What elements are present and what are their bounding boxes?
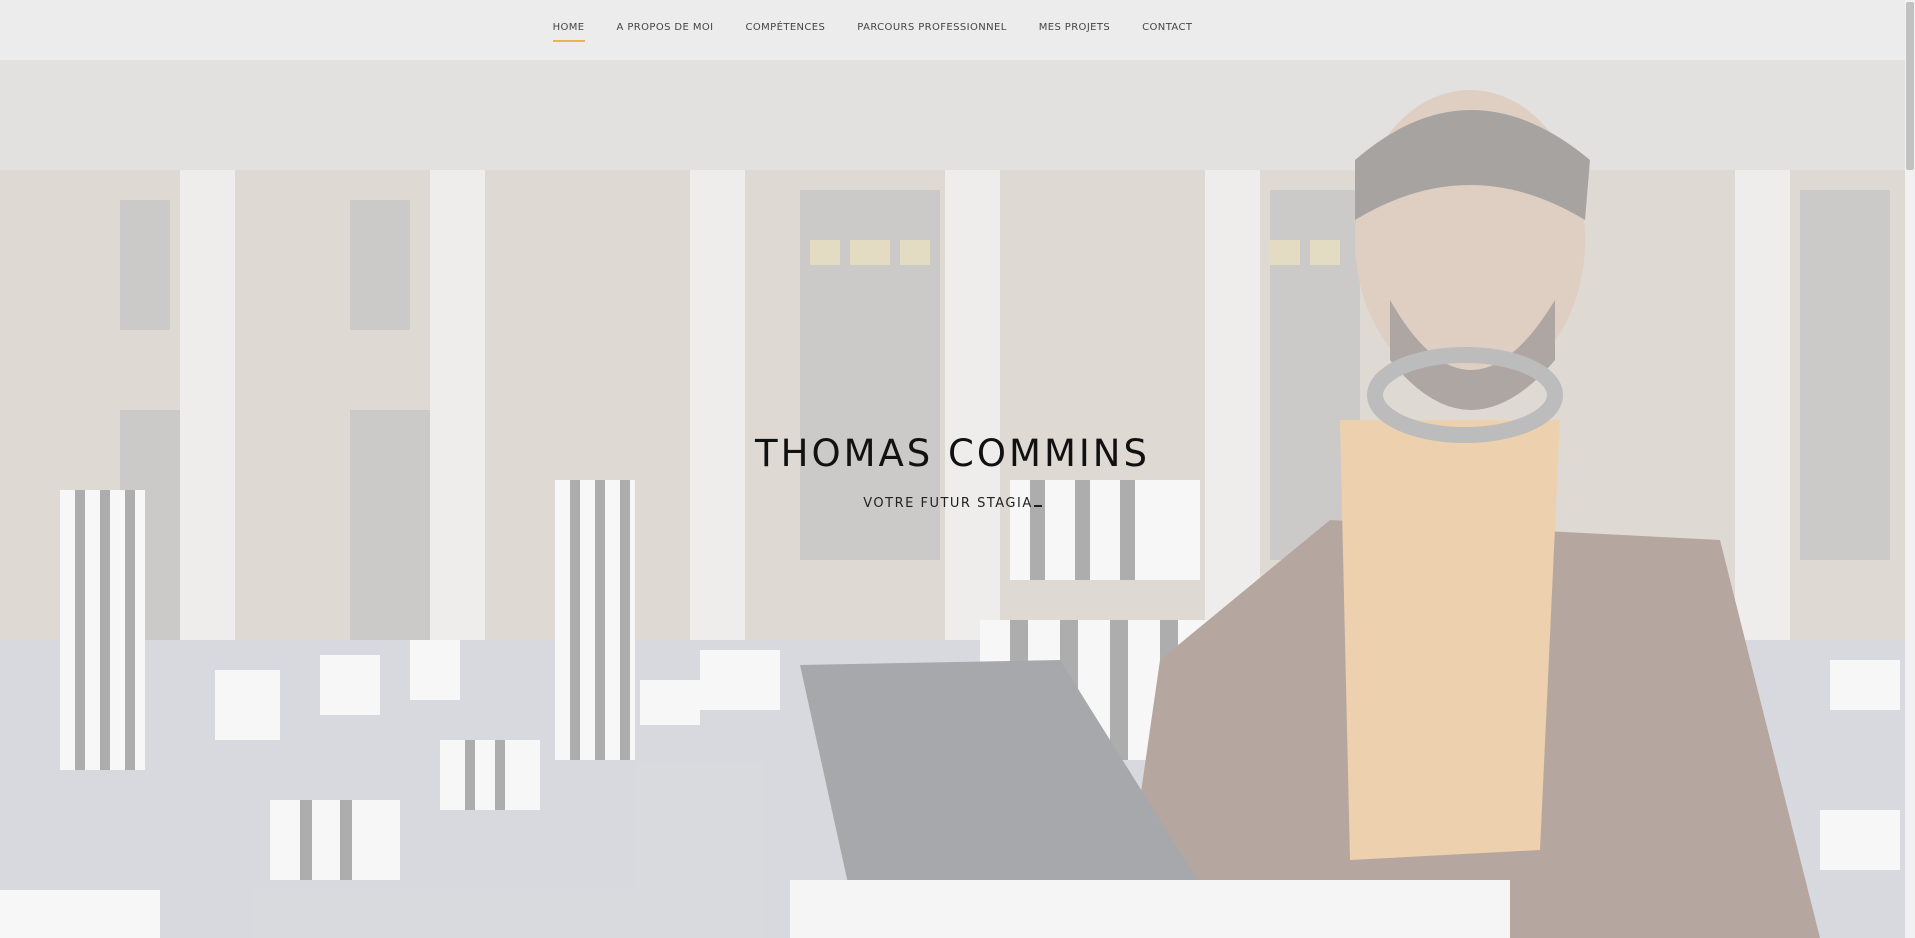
nav-item-about[interactable]: A PROPOS DE MOI xyxy=(617,22,714,42)
hero-section: HOME A PROPOS DE MOI COMPÉTENCES PARCOUR… xyxy=(0,0,1915,938)
page-title: THOMAS COMMINS xyxy=(755,432,1150,475)
hero-title-block: THOMAS COMMINS VOTRE FUTUR STAGIA xyxy=(0,432,1905,511)
nav-item-projects[interactable]: MES PROJETS xyxy=(1039,22,1110,42)
nav-item-career[interactable]: PARCOURS PROFESSIONNEL xyxy=(857,22,1006,42)
tagline-text: VOTRE FUTUR STAGIA xyxy=(863,496,1033,511)
hero-tagline: VOTRE FUTUR STAGIA xyxy=(0,493,1905,511)
nav-item-skills[interactable]: COMPÉTENCES xyxy=(745,22,825,42)
nav-item-contact[interactable]: CONTACT xyxy=(1142,22,1192,42)
nav-item-home[interactable]: HOME xyxy=(552,22,585,42)
typing-cursor-icon xyxy=(1033,493,1042,507)
main-navigation: HOME A PROPOS DE MOI COMPÉTENCES PARCOUR… xyxy=(0,0,1905,56)
scrollbar-thumb[interactable] xyxy=(1906,2,1914,170)
page-scrollbar[interactable] xyxy=(1905,0,1915,938)
